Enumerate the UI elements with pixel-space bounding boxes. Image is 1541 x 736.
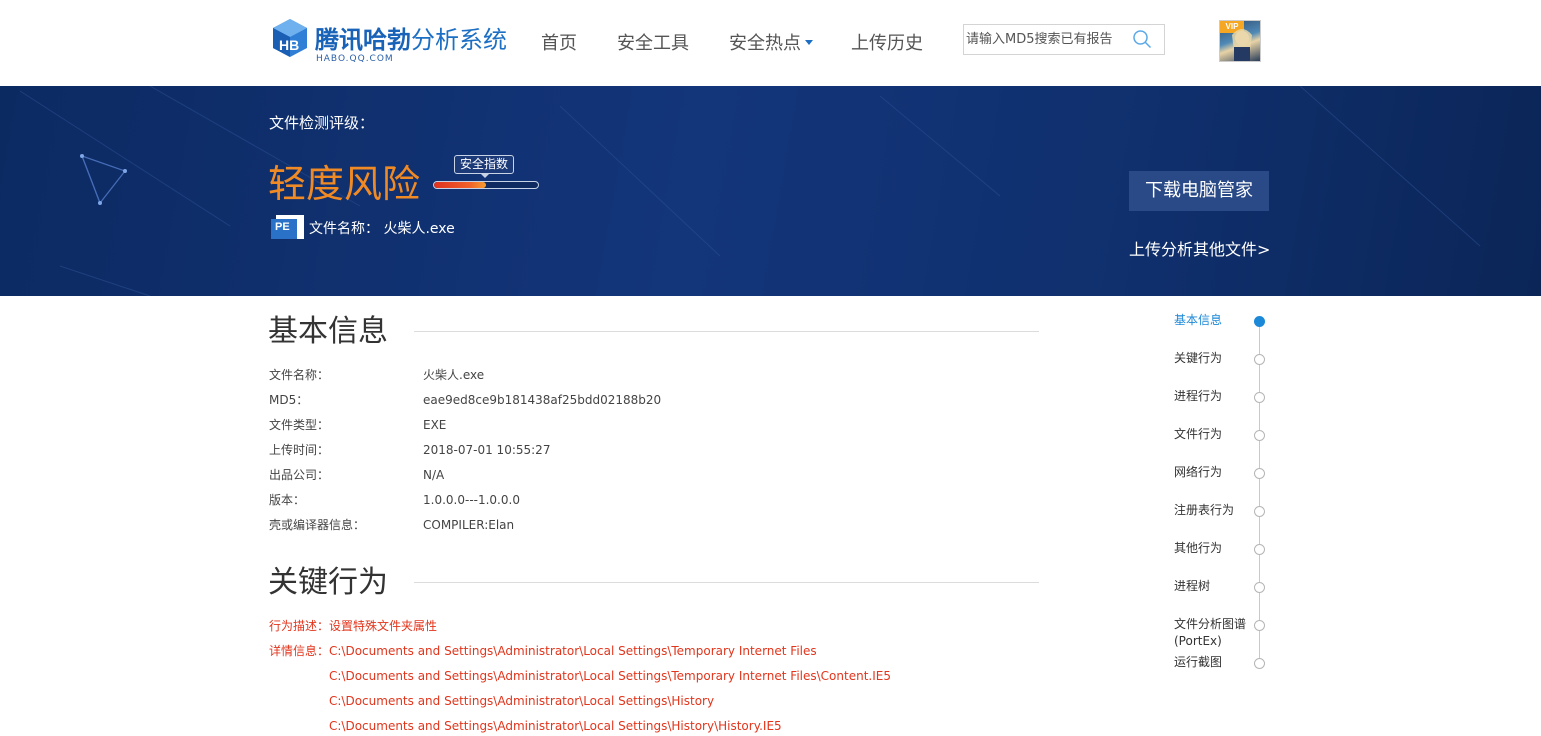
file-name-line: 文件名称： 火柴人.exe — [309, 221, 455, 237]
side-nav-dot[interactable] — [1254, 468, 1265, 479]
side-nav-key-behavior[interactable]: 关键行为 — [1174, 350, 1222, 367]
side-nav-file-analysis-graph[interactable]: 文件分析图谱 (PortEx) — [1174, 616, 1246, 650]
side-nav-dot[interactable] — [1254, 430, 1265, 441]
user-avatar[interactable]: VIP — [1219, 20, 1261, 62]
rating-banner: 文件检测评级： 轻度风险 安全指数 PE 文件名称： 火柴人.exe 下载电脑管… — [0, 86, 1541, 296]
download-pc-manager-button[interactable]: 下载电脑管家 — [1129, 171, 1269, 211]
nav-upload-history[interactable]: 上传历史 — [851, 30, 923, 58]
side-nav-process-tree[interactable]: 进程树 — [1174, 578, 1210, 595]
search-input[interactable] — [966, 27, 1128, 52]
banner-decoration — [19, 86, 1481, 296]
behavior-detail-label: 详情信息： — [269, 644, 330, 658]
habo-logo[interactable]: HB 腾讯哈勃分析系统 HABO.QQ.COM — [270, 16, 510, 70]
side-nav-file-behavior[interactable]: 文件行为 — [1174, 426, 1222, 443]
behavior-description: 行为描述：设置特殊文件夹属性 — [269, 619, 438, 633]
side-nav-track — [1259, 321, 1260, 663]
safety-index-bar — [433, 181, 539, 189]
nav-home[interactable]: 首页 — [541, 30, 577, 58]
habo-logo-icon: HB — [273, 19, 307, 57]
key-behavior-title: 关键行为 — [268, 565, 388, 600]
behavior-detail-item: C:\Documents and Settings\Administrator\… — [329, 669, 891, 683]
logo-title: 腾讯哈勃分析系统 — [315, 26, 507, 54]
md5-search-box — [963, 24, 1165, 55]
side-nav-dot[interactable] — [1254, 392, 1265, 403]
logo-subtitle: HABO.QQ.COM — [316, 54, 394, 64]
key-behavior-divider — [414, 582, 1039, 583]
nav-security-hotspots[interactable]: 安全热点 — [729, 30, 813, 58]
safety-index-fill — [434, 182, 486, 188]
behavior-detail-item: C:\Documents and Settings\Administrator\… — [329, 719, 782, 733]
side-nav-dot[interactable] — [1254, 506, 1265, 517]
avatar-image — [1232, 29, 1252, 61]
behavior-detail-item: C:\Documents and Settings\Administrator\… — [329, 644, 817, 658]
side-nav-dot[interactable] — [1254, 582, 1265, 593]
side-nav-registry-behavior[interactable]: 注册表行为 — [1174, 502, 1234, 519]
side-nav-other-behavior[interactable]: 其他行为 — [1174, 540, 1222, 557]
upload-other-file-link[interactable]: 上传分析其他文件> — [1129, 236, 1270, 260]
side-nav-run-screenshots[interactable]: 运行截图 — [1174, 654, 1222, 671]
side-nav-basic-info[interactable]: 基本信息 — [1174, 312, 1222, 329]
side-nav-network-behavior[interactable]: 网络行为 — [1174, 464, 1222, 481]
side-nav-dot[interactable] — [1254, 658, 1265, 669]
side-nav-process-behavior[interactable]: 进程行为 — [1174, 388, 1222, 405]
svg-text:HB: HB — [279, 37, 299, 53]
behavior-detail-item: C:\Documents and Settings\Administrator\… — [329, 694, 715, 708]
basic-info-title: 基本信息 — [268, 314, 388, 349]
side-nav-dot[interactable] — [1254, 316, 1265, 327]
side-nav-dot[interactable] — [1254, 354, 1265, 365]
basic-info-divider — [414, 331, 1039, 332]
section-side-nav: 基本信息 关键行为 进程行为 文件行为 网络行为 注册表行为 其他行为 进程树 … — [1170, 310, 1280, 680]
top-header: HB 腾讯哈勃分析系统 HABO.QQ.COM 首页 安全工具 安全热点 上传历… — [0, 0, 1541, 86]
risk-level: 轻度风险 — [268, 162, 421, 206]
nav-security-tools[interactable]: 安全工具 — [617, 30, 689, 58]
search-icon[interactable] — [1132, 29, 1152, 49]
rating-label: 文件检测评级： — [269, 114, 375, 132]
pe-icon-label: PE — [275, 221, 290, 233]
side-nav-dot[interactable] — [1254, 544, 1265, 555]
chevron-down-icon — [805, 39, 813, 45]
safety-index-tag: 安全指数 — [454, 155, 515, 178]
side-nav-dot[interactable] — [1254, 620, 1265, 631]
file-name-value: 火柴人.exe — [383, 221, 455, 237]
